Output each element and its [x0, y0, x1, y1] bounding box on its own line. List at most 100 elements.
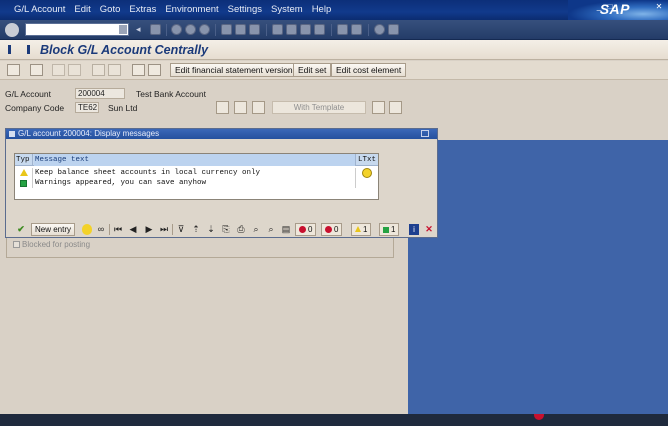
- long-text-icon[interactable]: [362, 168, 372, 178]
- stop-count-button[interactable]: 0: [295, 223, 317, 236]
- dialog-title: G/L account 200004: Display messages: [18, 129, 160, 138]
- print-icon[interactable]: [221, 24, 232, 35]
- warning-count-button[interactable]: 1: [351, 223, 372, 236]
- create-document-icon[interactable]: [252, 101, 265, 114]
- blocked-for-posting-checkbox[interactable]: Blocked for posting: [13, 240, 90, 249]
- previous-entry-icon[interactable]: [52, 64, 65, 76]
- filter-icon[interactable]: ⊽: [176, 224, 186, 235]
- layout-menu-icon[interactable]: [388, 24, 399, 35]
- dialog-close-icon[interactable]: [421, 130, 429, 137]
- stop-count: 0: [308, 225, 313, 234]
- menu-settings[interactable]: Settings: [228, 4, 262, 15]
- menu-system[interactable]: System: [271, 4, 303, 15]
- warning-count: 1: [363, 225, 368, 234]
- menu-edit[interactable]: Edit: [74, 4, 90, 15]
- background-panel: [408, 140, 668, 426]
- glasses-icon[interactable]: ∞: [96, 224, 106, 235]
- find-icon[interactable]: [235, 24, 246, 35]
- continue-check-icon[interactable]: ✔: [16, 224, 26, 235]
- print-list-icon[interactable]: [132, 64, 145, 76]
- cancel-x-icon[interactable]: ✕: [424, 224, 434, 235]
- command-history-icon[interactable]: [119, 25, 127, 34]
- success-count-button[interactable]: 1: [379, 223, 400, 236]
- table-row[interactable]: Keep balance sheet accounts in local cur…: [15, 168, 378, 178]
- cancel-icon[interactable]: [199, 24, 210, 35]
- column-header-message[interactable]: Message text: [34, 154, 356, 166]
- edit-cost-element-button[interactable]: Edit cost element: [331, 63, 407, 77]
- back-icon[interactable]: [171, 24, 182, 35]
- column-header-type[interactable]: Typ: [15, 154, 33, 166]
- gl-account-text: Test Bank Account: [136, 89, 206, 99]
- enter-icon[interactable]: [5, 23, 19, 37]
- edit-fs-version-button[interactable]: Edit financial statement version: [170, 63, 298, 77]
- new-session-icon[interactable]: [337, 24, 348, 35]
- save-template-icon[interactable]: [372, 101, 385, 114]
- success-icon: [20, 180, 27, 187]
- error-icon: [325, 226, 332, 233]
- type-cell: [15, 168, 33, 178]
- next-page-icon[interactable]: [300, 24, 311, 35]
- success-icon: [383, 227, 389, 233]
- help-icon[interactable]: [82, 224, 92, 235]
- shortcut-icon[interactable]: [351, 24, 362, 35]
- company-code-field[interactable]: TE62: [75, 102, 99, 113]
- help-icon[interactable]: [374, 24, 385, 35]
- separator: [331, 24, 332, 36]
- details-icon[interactable]: ▤: [281, 224, 291, 235]
- table-row[interactable]: Warnings appeared, you can save anyhow: [15, 178, 378, 188]
- next-entry-icon[interactable]: [68, 64, 81, 76]
- find-icon[interactable]: ⌕: [251, 224, 261, 235]
- dialog-toolbar: ✔ New entry ∞ ⏮ ◀ ▶ ⏭ ⊽ ⇡ ⇣ ⎘ ⎙ ⌕ ⌕ ▤ 0 …: [14, 223, 438, 237]
- first-icon[interactable]: ⏮: [113, 224, 123, 235]
- with-template-button[interactable]: With Template: [272, 101, 366, 114]
- next-icon[interactable]: ▶: [144, 224, 154, 235]
- arrow-right-icon[interactable]: [108, 64, 121, 76]
- sort-ascending-icon[interactable]: ⇡: [191, 224, 201, 235]
- new-entry-button[interactable]: New entry: [31, 223, 76, 236]
- menu: G/L Account Edit Goto Extras Environment…: [14, 4, 340, 15]
- message-table: Typ Message text LTxt Keep balance sheet…: [14, 153, 379, 200]
- find-next-icon[interactable]: ⌕: [266, 224, 276, 235]
- save-icon[interactable]: [150, 24, 161, 35]
- hierarchy-icon[interactable]: [30, 64, 43, 76]
- message-cell: Warnings appeared, you can save anyhow: [34, 178, 356, 188]
- pencil-edit-icon[interactable]: [234, 101, 247, 114]
- menu-bar: G/L Account Edit Goto Extras Environment…: [0, 0, 668, 20]
- close-window-icon[interactable]: ✕: [654, 2, 664, 11]
- previous-icon[interactable]: ◀: [128, 224, 138, 235]
- command-field[interactable]: [25, 23, 129, 36]
- gl-account-field[interactable]: 200004: [75, 88, 125, 99]
- last-icon[interactable]: ⏭: [159, 224, 169, 235]
- glasses-display-icon[interactable]: [216, 101, 229, 114]
- message-cell: Keep balance sheet accounts in local cur…: [34, 168, 356, 178]
- arrow-left-icon[interactable]: [92, 64, 105, 76]
- menu-goto[interactable]: Goto: [100, 4, 121, 15]
- back-arrow-icon[interactable]: ◂: [136, 24, 144, 35]
- maximize-icon[interactable]: □: [605, 2, 615, 11]
- last-page-icon[interactable]: [314, 24, 325, 35]
- error-count-button[interactable]: 0: [321, 223, 343, 236]
- find-next-icon[interactable]: [249, 24, 260, 35]
- edit-set-button[interactable]: Edit set: [293, 63, 332, 77]
- delete-icon[interactable]: [389, 101, 402, 114]
- display-change-icon[interactable]: [7, 64, 20, 76]
- checkbox-icon[interactable]: [13, 241, 20, 248]
- menu-gl-account[interactable]: G/L Account: [14, 4, 65, 15]
- trash-icon[interactable]: [148, 64, 161, 76]
- dialog-title-bar: G/L account 200004: Display messages: [6, 129, 437, 139]
- status-strip: [0, 414, 668, 426]
- first-page-icon[interactable]: [272, 24, 283, 35]
- column-header-ltext[interactable]: LTxt: [357, 154, 378, 166]
- menu-extras[interactable]: Extras: [129, 4, 156, 15]
- minimize-icon[interactable]: _: [594, 2, 604, 11]
- table-header: Typ Message text LTxt: [15, 154, 378, 166]
- separator: [215, 24, 216, 36]
- sort-descending-icon[interactable]: ⇣: [206, 224, 216, 235]
- previous-page-icon[interactable]: [286, 24, 297, 35]
- menu-environment[interactable]: Environment: [165, 4, 218, 15]
- export-icon[interactable]: ⎘: [221, 224, 231, 235]
- menu-help[interactable]: Help: [312, 4, 332, 15]
- exit-icon[interactable]: [185, 24, 196, 35]
- print-icon[interactable]: ⎙: [236, 224, 246, 235]
- information-icon[interactable]: i: [409, 224, 419, 235]
